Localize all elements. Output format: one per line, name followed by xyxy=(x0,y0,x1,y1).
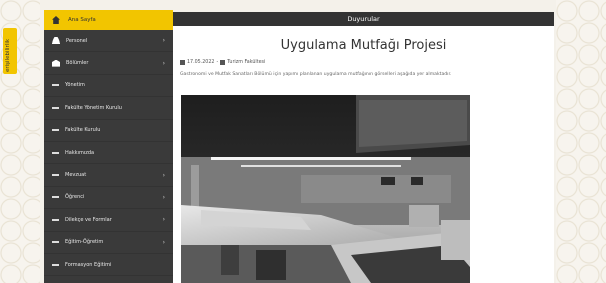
article-meta: 17.05.2022 - Turizm Fakültesi xyxy=(180,60,554,65)
chevron-right-icon: › xyxy=(162,37,165,45)
bank-icon xyxy=(52,59,60,67)
article-category[interactable]: Turizm Fakültesi xyxy=(227,60,265,65)
sidebar-item-10[interactable]: Eğitim-Öğretim › xyxy=(44,232,173,254)
accessibility-tab[interactable]: erişilebilirlik xyxy=(3,28,17,74)
dash-icon xyxy=(52,106,59,109)
sidebar-item-1[interactable]: Personel › xyxy=(44,30,173,53)
sidebar-item-7[interactable]: Mevzuat › xyxy=(44,164,173,187)
content-area: Duyurular Uygulama Mutfağı Projesi 17.05… xyxy=(173,12,554,283)
dash-icon xyxy=(52,263,59,266)
sidebar-item-label: Fakülte Kurulu xyxy=(65,127,101,134)
section-header-title: Duyurular xyxy=(347,15,380,23)
meta-separator: - xyxy=(216,60,219,65)
sidebar-item-label: Öğrenci xyxy=(65,194,85,201)
chevron-right-icon: › xyxy=(162,59,165,67)
user-icon xyxy=(52,37,60,45)
kitchen-photo xyxy=(181,95,470,283)
dash-icon xyxy=(52,174,59,177)
dash-icon xyxy=(52,196,59,199)
sidebar-item-label: Mevzuat xyxy=(65,172,87,179)
calendar-icon xyxy=(180,60,185,65)
chevron-right-icon: › xyxy=(162,238,165,246)
sidebar-item-label: Eğitim-Öğretim xyxy=(65,239,104,246)
sidebar-item-3[interactable]: Yönetim xyxy=(44,75,173,98)
sidebar-item-5[interactable]: Fakülte Kurulu xyxy=(44,120,173,142)
sidebar-item-label: Hakkımızda xyxy=(65,149,95,156)
sidebar-item-8[interactable]: Öğrenci › xyxy=(44,187,173,210)
sidebar-item-6[interactable]: Hakkımızda xyxy=(44,142,173,165)
sidebar-item-label: Yönetim xyxy=(65,82,85,89)
sidebar-item-2[interactable]: Bölümler › xyxy=(44,52,173,75)
section-header: Duyurular xyxy=(173,12,554,26)
sidebar-item-label: Ana Sayfa xyxy=(68,17,96,23)
sidebar-item-label: Bölümler xyxy=(66,60,89,67)
category-icon xyxy=(220,60,226,65)
sidebar-menu: Personel › Bölümler › Yönetim Fakülte Yönetim… xyxy=(44,30,173,277)
sidebar-item-label: Dilekçe ve Formlar xyxy=(65,216,112,223)
chevron-right-icon: › xyxy=(162,216,165,224)
dash-icon xyxy=(52,241,59,244)
dash-icon xyxy=(52,218,59,221)
article-date: 17.05.2022 xyxy=(187,60,215,65)
accessibility-tab-label: erişilebilirlik xyxy=(5,38,11,72)
sidebar-item-9[interactable]: Dilekçe ve Formlar › xyxy=(44,209,173,232)
sidebar-item-label: Fakülte Yönetim Kurulu xyxy=(65,104,122,111)
sidebar-item-4[interactable]: Fakülte Yönetim Kurulu xyxy=(44,97,173,120)
sidebar: Ana Sayfa Personel › Bölümler › Yönetim Fakül… xyxy=(44,10,173,283)
sidebar-item-label: Personel xyxy=(66,37,88,44)
sidebar-item-11[interactable]: Formasyon Eğitimi xyxy=(44,254,173,277)
home-icon xyxy=(52,16,60,24)
decorative-pattern-right xyxy=(556,0,606,283)
article-title: Uygulama Mutfağı Projesi xyxy=(280,38,447,53)
article-description: Gastronomi ve Mutfak Sanatları Bölümü iç… xyxy=(180,72,452,77)
dash-icon xyxy=(52,84,59,87)
chevron-right-icon: › xyxy=(162,171,165,179)
chevron-right-icon: › xyxy=(162,193,165,201)
dash-icon xyxy=(52,129,59,132)
sidebar-item-label: Formasyon Eğitimi xyxy=(65,261,112,268)
sidebar-item-home[interactable]: Ana Sayfa xyxy=(44,10,173,30)
dash-icon xyxy=(52,151,59,154)
